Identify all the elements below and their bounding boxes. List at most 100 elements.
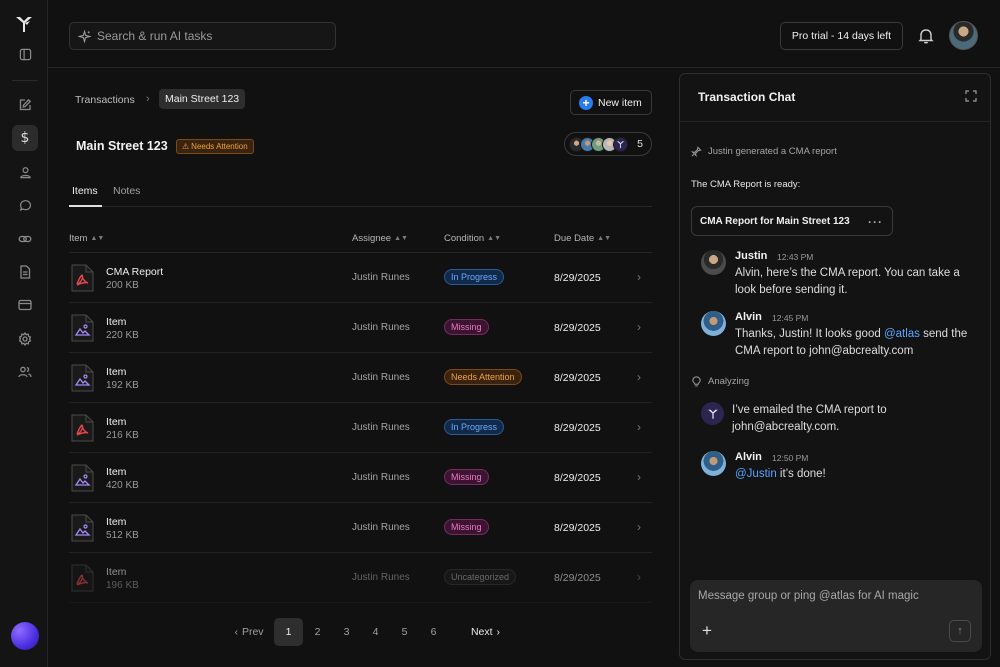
table-row[interactable]: Item 512 KB Justin Runes Missing 8/29/2025 › [69,503,652,553]
sidebar-item-transactions[interactable]: $ [12,125,38,151]
avatar [701,451,726,476]
page-2-button[interactable]: 2 [303,618,332,646]
breadcrumb-transactions[interactable]: Transactions [75,94,135,106]
send-button[interactable]: ↑ [949,620,971,642]
edit-icon [19,98,32,111]
cma-report-attachment[interactable]: CMA Report for Main Street 123 ··· [691,206,893,236]
sidebar-item-contacts[interactable] [12,159,38,185]
chevron-right-icon[interactable]: › [637,470,641,484]
atlas-logo-icon [707,409,718,419]
item-size: 192 KB [106,380,139,391]
sidebar-item-links[interactable] [12,226,38,252]
prev-page-button[interactable]: ‹ Prev [224,618,274,646]
user-avatar[interactable] [949,21,978,50]
sort-icon: ▲▼ [487,235,501,242]
sidebar-item-documents[interactable] [12,259,38,285]
workspace-avatar[interactable] [11,622,39,650]
sort-icon: ▲▼ [394,235,408,242]
message-text: I’ve emailed the CMA report to john@abcr… [732,404,887,433]
item-size: 196 KB [106,580,139,591]
table-row[interactable]: Item 192 KB Justin Runes Needs Attention 8/2… [69,353,652,403]
image-file-icon [71,314,94,342]
table-row[interactable]: Item 220 KB Justin Runes Missing 8/29/2025 › [69,303,652,353]
item-due-date: 8/29/2025 [554,422,601,434]
condition-badge: Missing [444,319,489,335]
item-size: 512 KB [106,530,139,541]
pro-trial-button[interactable]: Pro trial - 14 days left [780,22,903,50]
item-assignee: Justin Runes [352,522,410,533]
chevron-right-icon[interactable]: › [637,270,641,284]
search-box[interactable] [69,22,336,50]
chat-title: Transaction Chat [698,90,796,104]
chevron-left-icon: ‹ [234,626,238,638]
next-page-button[interactable]: Next › [458,618,513,646]
expand-icon[interactable] [965,90,977,102]
mention[interactable]: @Justin [735,468,777,480]
sidebar: $ [0,0,48,667]
sidebar-item-team[interactable] [12,359,38,385]
page-3-button[interactable]: 3 [332,618,361,646]
panel-toggle-icon[interactable] [12,41,38,67]
item-due-date: 8/29/2025 [554,322,601,334]
column-header-due-date[interactable]: Due Date ▲▼ [554,233,611,244]
sidebar-item-messages[interactable] [12,192,38,218]
more-options-icon[interactable]: ··· [868,215,883,229]
chevron-right-icon[interactable]: › [637,520,641,534]
search-input[interactable] [97,29,327,43]
new-item-button[interactable]: + New item [570,90,652,115]
member-count: 5 [637,138,643,150]
chevron-right-icon[interactable]: › [637,570,641,584]
item-name: Item [106,566,127,578]
document-icon [20,265,31,279]
item-due-date: 8/29/2025 [554,522,601,534]
sort-icon: ▲▼ [597,235,611,242]
mention[interactable]: @atlas [884,328,920,340]
item-assignee: Justin Runes [352,372,410,383]
chevron-right-icon[interactable]: › [637,370,641,384]
main-content: Transactions › Main Street 123 + New ite… [48,68,678,667]
sidebar-item-settings[interactable] [12,326,38,352]
atlas-avatar [701,402,724,425]
page-1-button[interactable]: 1 [274,618,303,646]
item-size: 420 KB [106,480,139,491]
arrow-up-icon: ↑ [957,625,963,637]
column-header-assignee[interactable]: Assignee ▲▼ [352,233,408,244]
column-header-condition[interactable]: Condition ▲▼ [444,233,501,244]
message-input[interactable] [698,590,974,610]
message-time: 12:43 PM [777,252,814,262]
table-row[interactable]: CMA Report 200 KB Justin Runes In Progress 8… [69,253,652,303]
table-row[interactable]: Item 196 KB Justin Runes Uncategorized 8/29/… [69,553,652,603]
message-composer: + ↑ [690,580,982,652]
add-attachment-button[interactable]: + [702,622,712,639]
pagination: ‹ Prev 1 2 3 4 5 6 Next › [224,618,513,646]
chevron-right-icon[interactable]: › [637,420,641,434]
item-assignee: Justin Runes [352,322,410,333]
table-row[interactable]: Item 216 KB Justin Runes In Progress 8/29/20… [69,403,652,453]
page-6-button[interactable]: 6 [419,618,448,646]
sparkle-icon [78,29,91,43]
page-5-button[interactable]: 5 [390,618,419,646]
chevron-right-icon[interactable]: › [637,320,641,334]
members-group[interactable]: 5 [564,132,652,156]
page-4-button[interactable]: 4 [361,618,390,646]
app-logo-icon[interactable] [14,14,34,34]
sidebar-item-billing[interactable] [12,292,38,318]
pdf-file-icon [71,264,94,292]
chat-header: Transaction Chat [680,74,990,122]
condition-badge: Needs Attention [444,369,522,385]
top-bar: Pro trial - 14 days left [48,0,1000,68]
bell-icon[interactable] [916,26,936,46]
message-author: Alvin [735,451,762,463]
column-header-item[interactable]: Item ▲▼ [69,233,104,244]
sidebar-item-edit[interactable] [12,92,38,118]
system-event: Justin generated a CMA report [691,146,837,157]
image-file-icon [71,464,94,492]
image-file-icon [71,364,94,392]
tab-items[interactable]: Items [72,185,98,197]
tab-notes[interactable]: Notes [113,185,140,197]
users-icon [18,366,32,378]
warning-icon: ⚠ [182,142,190,151]
message-text: Thanks, Justin! It looks good @atlas sen… [735,328,968,357]
item-name: Item [106,516,127,528]
table-row[interactable]: Item 420 KB Justin Runes Missing 8/29/2025 › [69,453,652,503]
